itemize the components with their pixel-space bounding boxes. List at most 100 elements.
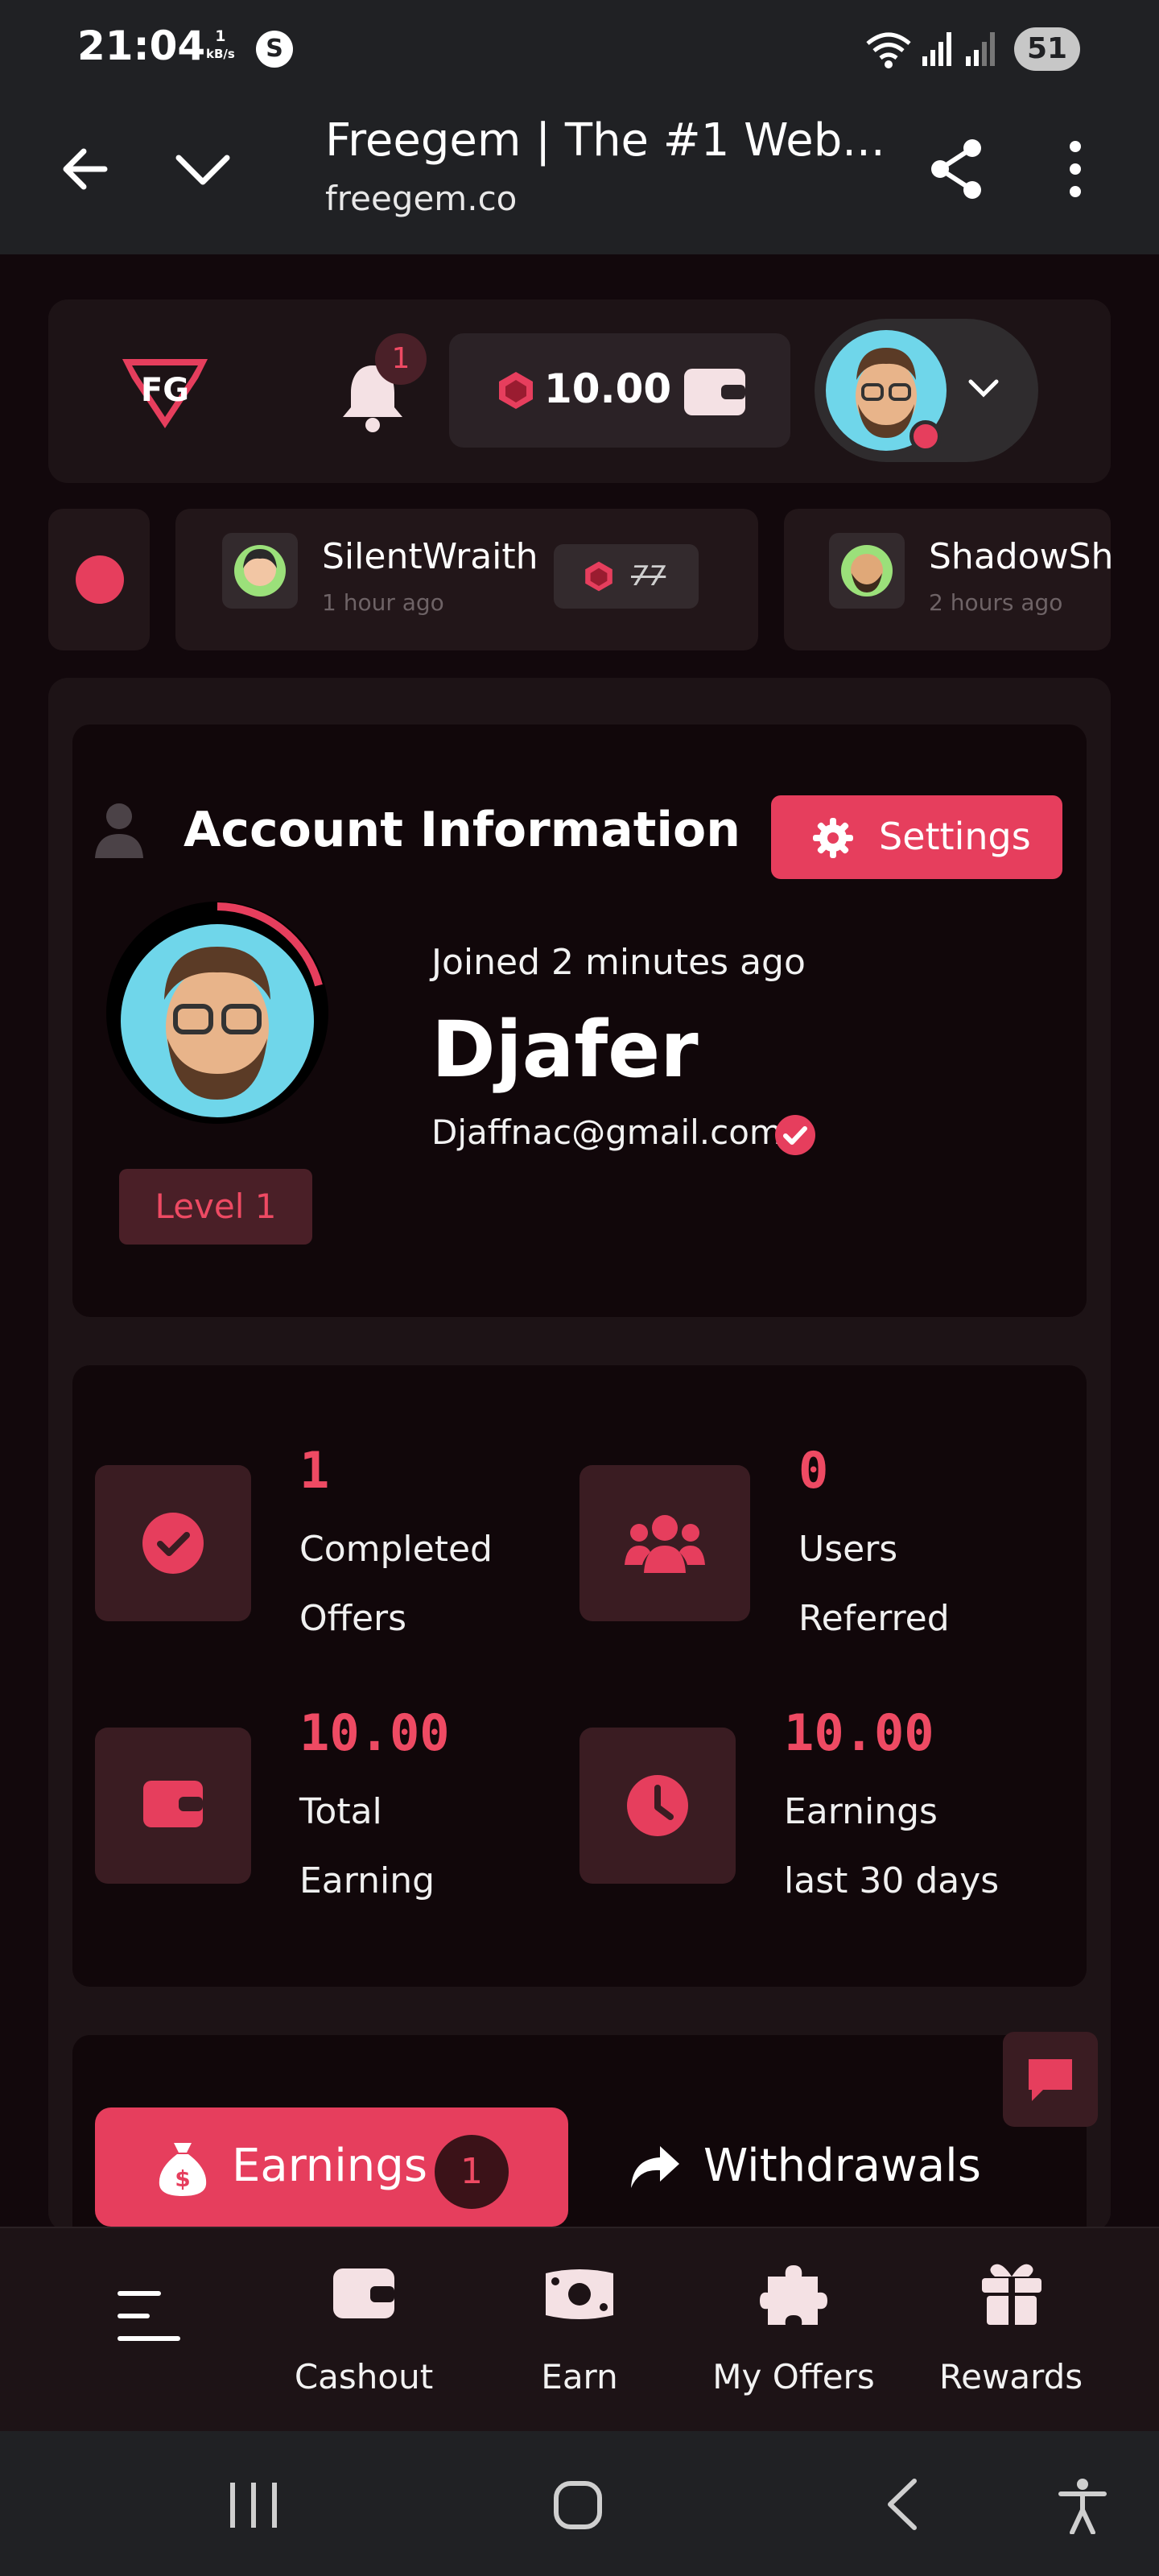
account-info-title: Account Information	[184, 802, 740, 858]
tab-earnings[interactable]: $ Earnings 1	[95, 2107, 568, 2227]
battery-indicator: 51	[1014, 27, 1080, 71]
ticker-time: 2 hours ago	[929, 589, 1063, 616]
user-icon	[95, 803, 143, 858]
users-icon	[625, 1515, 705, 1573]
wifi-icon	[866, 32, 911, 68]
stat-earnings-30-days-value: 10.00	[784, 1703, 934, 1762]
stat-users-referred-label: Users Referred	[798, 1515, 950, 1653]
nav-my-offers[interactable]: My Offers	[710, 2228, 877, 2433]
stat-label-line: last 30 days	[784, 1860, 1000, 1901]
stat-users-referred-value: 0	[798, 1441, 829, 1500]
stat-label-line: Total	[299, 1791, 382, 1832]
back-arrow-icon[interactable]	[56, 140, 114, 198]
svg-text:FG: FG	[141, 372, 189, 409]
stat-label-line: Users	[798, 1529, 898, 1570]
level-badge: Level 1	[119, 1169, 312, 1245]
chat-icon	[1029, 2059, 1072, 2101]
user-avatar-icon	[234, 545, 286, 597]
stat-label-line: Completed	[299, 1529, 493, 1570]
stat-total-earning-value: 10.00	[299, 1703, 450, 1762]
live-indicator	[48, 509, 150, 650]
nav-my-offers-label: My Offers	[712, 2357, 875, 2396]
joined-text: Joined 2 minutes ago	[431, 942, 806, 983]
notification-badge: 1	[375, 333, 427, 385]
puzzle-icon	[760, 2265, 827, 2325]
stat-label-line: Earnings	[784, 1791, 938, 1832]
stat-total-earning-icon-box	[95, 1728, 251, 1884]
profile-avatar	[106, 902, 328, 1124]
verified-check-icon	[775, 1115, 815, 1155]
ticker-username: ShadowSha	[929, 536, 1111, 577]
gear-icon	[813, 818, 853, 858]
wallet-icon	[333, 2268, 394, 2318]
ticker-avatar	[222, 533, 298, 609]
status-time: 21:04	[77, 23, 206, 69]
back-icon[interactable]	[882, 2476, 921, 2533]
network-speed: 1 kB/s	[206, 27, 235, 63]
live-dot	[76, 555, 124, 604]
nav-rewards[interactable]: Rewards	[932, 2228, 1090, 2433]
user-avatar-icon	[841, 545, 893, 597]
ticker-time: 1 hour ago	[322, 589, 444, 616]
nav-cashout[interactable]: Cashout	[291, 2228, 436, 2433]
ticker-avatar	[829, 533, 905, 609]
home-icon[interactable]	[552, 2479, 604, 2531]
system-navigation-bar	[0, 2431, 1159, 2576]
page-url[interactable]: freegem.co	[325, 179, 517, 218]
tab-withdrawals-label: Withdrawals	[703, 2140, 981, 2192]
check-circle-icon	[142, 1513, 204, 1574]
nav-menu[interactable]	[105, 2228, 193, 2433]
balance-value: 10.00	[544, 365, 672, 412]
stat-earnings-30-days-label: Earnings last 30 days	[784, 1777, 999, 1916]
signal-2-icon	[966, 32, 995, 66]
settings-label: Settings	[879, 815, 1031, 858]
status-bar: 21:04 1 kB/s S 51	[0, 0, 1159, 95]
share-arrow-icon	[631, 2146, 679, 2188]
stat-completed-offers-value: 1	[299, 1441, 330, 1500]
accessibility-icon[interactable]	[1058, 2478, 1107, 2534]
gem-icon	[585, 561, 612, 592]
money-bag-icon: $	[159, 2143, 207, 2196]
money-icon	[546, 2269, 613, 2319]
tab-earnings-count: 1	[435, 2135, 509, 2209]
clock-icon	[627, 1775, 688, 1836]
ticker-item[interactable]: ShadowSha 2 hours ago	[784, 509, 1111, 650]
tab-earnings-label: Earnings	[232, 2140, 428, 2192]
menu-icon	[118, 2291, 180, 2341]
nav-cashout-label: Cashout	[294, 2357, 434, 2396]
ticker-amount-value: 77	[631, 560, 666, 592]
user-menu[interactable]	[815, 319, 1038, 462]
wallet-icon	[684, 369, 745, 415]
wallet-icon	[143, 1781, 203, 1827]
chevron-down-icon[interactable]	[172, 143, 233, 195]
ticker-item[interactable]: SilentWraith 1 hour ago 77	[175, 509, 758, 650]
stat-label-line: Offers	[299, 1598, 407, 1639]
network-speed-value: 1	[215, 27, 226, 45]
chat-button[interactable]	[1003, 2032, 1098, 2127]
balance-button[interactable]: 10.00	[449, 333, 790, 448]
nav-earn[interactable]: Earn	[507, 2228, 652, 2433]
signal-icon	[922, 32, 951, 66]
share-icon[interactable]	[926, 137, 987, 201]
network-speed-unit: kB/s	[206, 47, 235, 61]
stat-completed-offers-label: Completed Offers	[299, 1515, 493, 1653]
svg-text:$: $	[175, 2165, 190, 2192]
more-vertical-icon[interactable]	[1061, 137, 1090, 201]
email-text: Djaffnac@gmail.com	[431, 1113, 782, 1152]
stat-label-line: Earning	[299, 1860, 435, 1901]
ticker-username: SilentWraith	[322, 536, 538, 577]
gem-icon	[499, 372, 533, 409]
page-title[interactable]: Freegem | The #1 Web...	[325, 114, 885, 167]
bottom-navigation: Cashout Earn My Offers Rewards	[0, 2227, 1159, 2431]
app-notification-icon: S	[256, 31, 293, 68]
online-status-dot	[909, 420, 942, 452]
stat-completed-offers-icon-box	[95, 1465, 251, 1621]
settings-button[interactable]: Settings	[771, 795, 1062, 879]
recent-apps-icon[interactable]	[227, 2481, 280, 2529]
username: Djafer	[431, 1005, 699, 1095]
stat-label-line: Referred	[798, 1598, 950, 1639]
ticker-amount: 77	[554, 544, 699, 609]
stat-total-earning-label: Total Earning	[299, 1777, 435, 1916]
freegem-logo[interactable]: FG	[118, 351, 212, 431]
stat-earnings-30-days-icon-box	[580, 1728, 736, 1884]
